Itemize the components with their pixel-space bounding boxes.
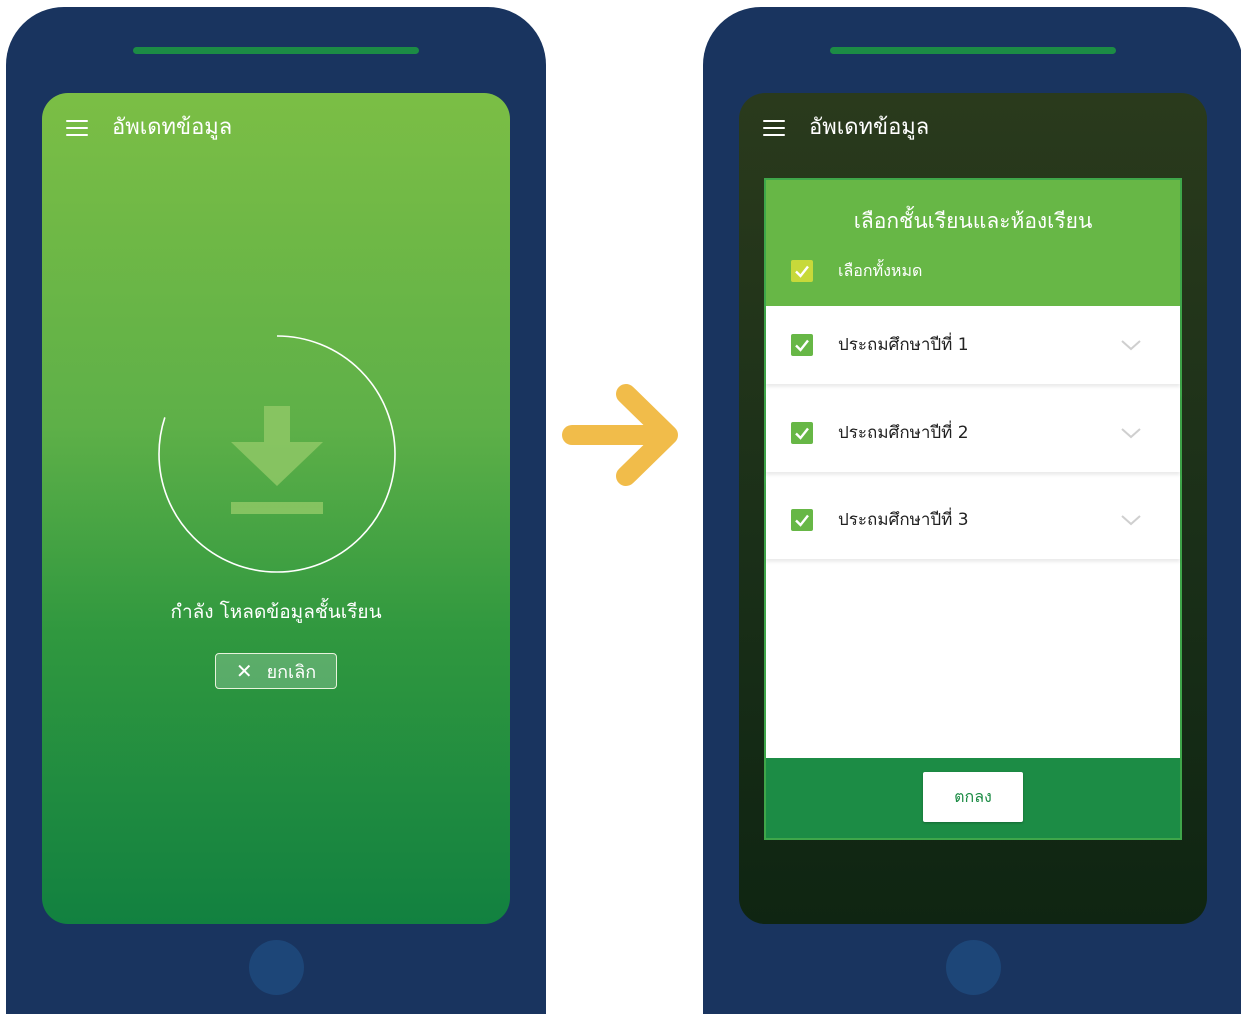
grade-2-label: ประถมศึกษาปีที่ 2 (838, 423, 969, 443)
speaker-grille (830, 47, 1116, 54)
dialog-title: เลือกชั้นเรียนและห้องเรียน (853, 209, 1093, 233)
check-icon (795, 427, 809, 440)
hamburger-icon[interactable] (763, 120, 785, 136)
class-selection-dialog: เลือกชั้นเรียนและห้องเรียน เลือกทั้งหมด … (764, 178, 1182, 840)
app-bar-title: อัพเดทข้อมูล (809, 115, 930, 140)
chevron-down-icon[interactable] (1120, 426, 1142, 440)
grade-row-1[interactable]: ประถมศึกษาปีที่ 1 (766, 306, 1180, 384)
dialog-footer: ตกลง (766, 758, 1180, 838)
loading-screen: อัพเดทข้อมูล กำลัง โหลดข้อมูลชั้นเรียน ✕… (42, 93, 510, 924)
home-button[interactable] (946, 940, 1001, 995)
arrow-right-icon (562, 384, 678, 486)
ok-button[interactable]: ตกลง (923, 772, 1023, 822)
grade-3-checkbox[interactable] (791, 509, 813, 531)
download-icon (231, 406, 323, 514)
grade-3-label: ประถมศึกษาปีที่ 3 (838, 510, 969, 530)
hamburger-icon[interactable] (66, 120, 88, 136)
loading-status-text: กำลัง โหลดข้อมูลชั้นเรียน (170, 601, 382, 623)
phone-right: อัพเดทข้อมูล เลือกชั้นเรียนและห้องเรียน … (703, 7, 1241, 1014)
app-bar: อัพเดทข้อมูล (42, 93, 510, 165)
home-button[interactable] (249, 940, 304, 995)
selection-screen: อัพเดทข้อมูล เลือกชั้นเรียนและห้องเรียน … (739, 93, 1207, 924)
dialog-header: เลือกชั้นเรียนและห้องเรียน เลือกทั้งหมด (766, 180, 1180, 306)
check-icon (795, 339, 809, 352)
grade-1-checkbox[interactable] (791, 334, 813, 356)
grade-row-3[interactable]: ประถมศึกษาปีที่ 3 (766, 481, 1180, 559)
phone-left: อัพเดทข้อมูล กำลัง โหลดข้อมูลชั้นเรียน ✕… (6, 7, 546, 1014)
grade-row-2[interactable]: ประถมศึกษาปีที่ 2 (766, 394, 1180, 472)
speaker-grille (133, 47, 419, 54)
chevron-down-icon[interactable] (1120, 338, 1142, 352)
app-bar: อัพเดทข้อมูล (739, 93, 1207, 165)
app-bar-title: อัพเดทข้อมูล (112, 115, 233, 140)
cancel-button[interactable]: ✕ ยกเลิก (215, 653, 337, 689)
cancel-button-label: ยกเลิก (266, 661, 317, 683)
select-all-label: เลือกทั้งหมด (838, 261, 923, 280)
close-icon: ✕ (235, 659, 253, 683)
chevron-down-icon[interactable] (1120, 513, 1142, 527)
check-icon (795, 514, 809, 527)
grade-1-label: ประถมศึกษาปีที่ 1 (838, 335, 969, 355)
select-all-checkbox[interactable] (791, 260, 813, 282)
check-icon (795, 265, 809, 278)
grade-2-checkbox[interactable] (791, 422, 813, 444)
